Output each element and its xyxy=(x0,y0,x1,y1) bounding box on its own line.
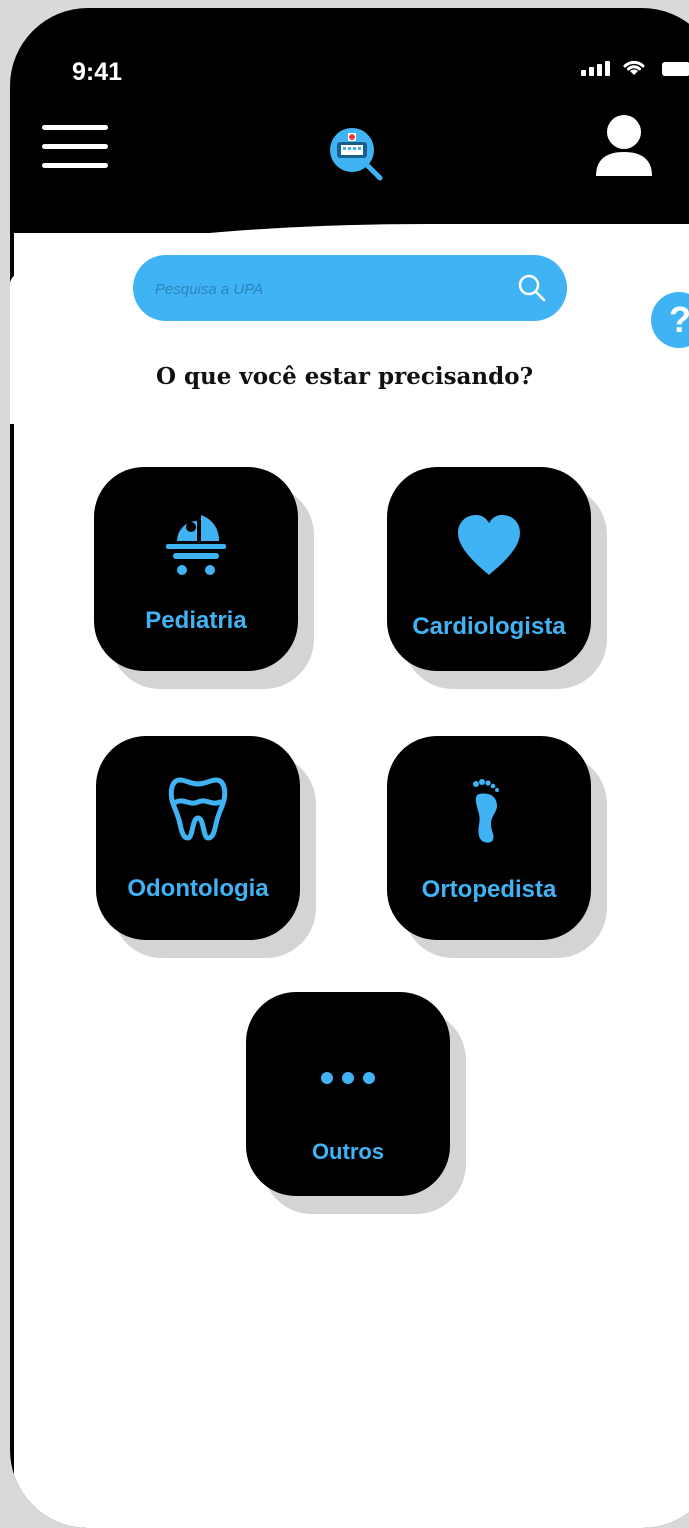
footprint-icon xyxy=(473,779,499,843)
search-bar xyxy=(133,255,567,321)
menu-button[interactable] xyxy=(42,125,108,171)
status-icons xyxy=(581,58,689,76)
category-pediatria[interactable]: Pediatria xyxy=(94,467,298,671)
wifi-icon xyxy=(623,60,645,75)
tooth-icon xyxy=(168,777,228,841)
category-label: Pediatria xyxy=(145,607,247,634)
category-label: Odontologia xyxy=(127,875,269,902)
category-odontologia[interactable]: Odontologia xyxy=(96,736,300,940)
status-time: 9:41 xyxy=(72,58,123,86)
profile-icon[interactable] xyxy=(592,112,656,178)
heart-icon xyxy=(458,515,520,575)
category-label: Cardiologista xyxy=(412,613,566,640)
battery-icon xyxy=(662,62,689,76)
signal-icon xyxy=(581,60,610,76)
page-question: O que você estar precisando? xyxy=(155,363,534,390)
category-outros[interactable]: Outros xyxy=(246,992,450,1196)
category-label: Outros xyxy=(311,1139,385,1164)
category-ortopedista[interactable]: Ortopedista xyxy=(387,736,591,940)
baby-stroller-icon xyxy=(166,515,226,575)
category-label: Ortopedista xyxy=(421,876,557,903)
search-input[interactable] xyxy=(153,273,497,305)
more-dots-icon xyxy=(321,1072,375,1084)
category-cardiologista[interactable]: Cardiologista xyxy=(387,467,591,671)
search-icon[interactable] xyxy=(515,271,549,305)
upa-search-logo-icon xyxy=(330,128,383,181)
